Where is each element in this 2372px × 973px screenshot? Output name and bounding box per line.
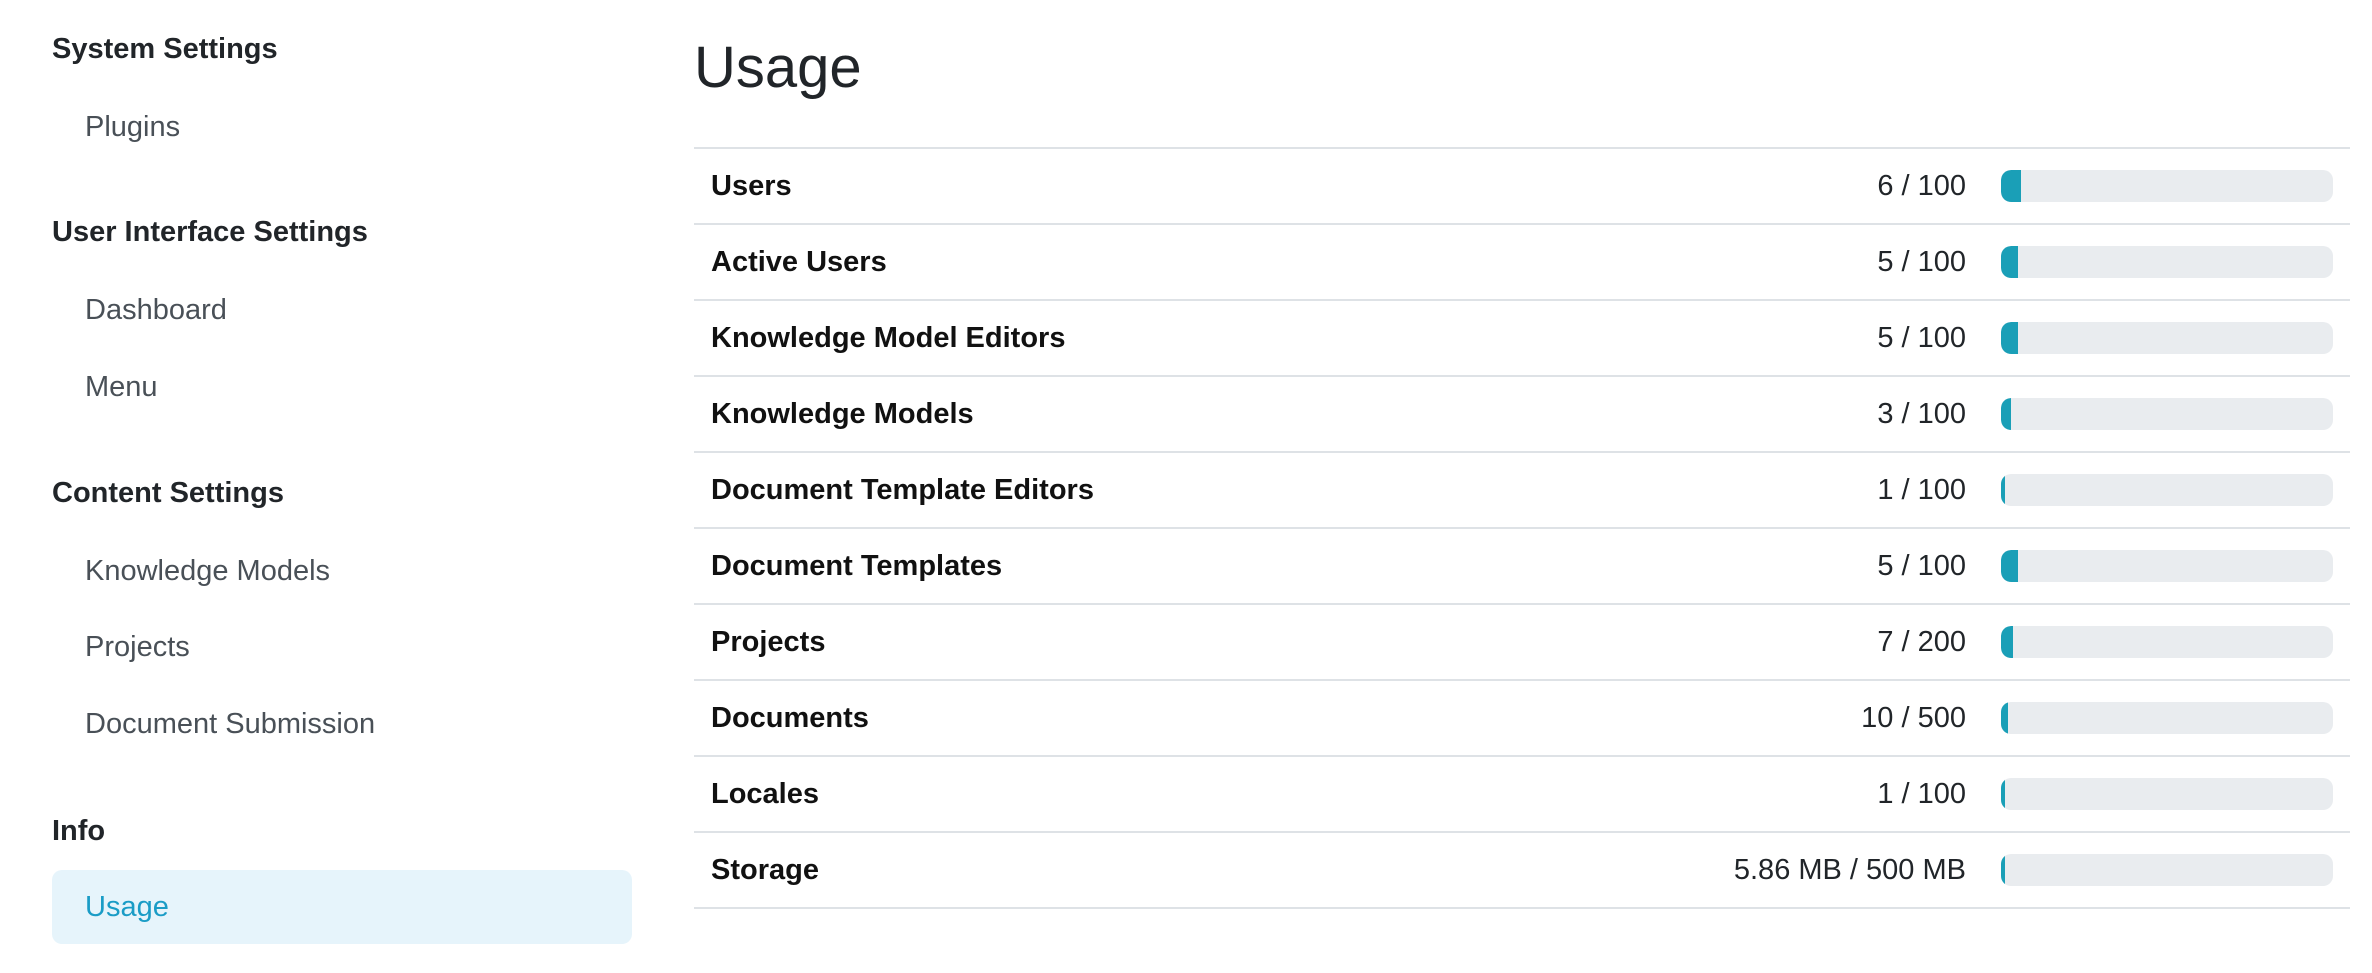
table-row: Documents 10 / 500: [694, 681, 2350, 757]
usage-label: Documents: [711, 702, 869, 734]
table-row: Knowledge Models 3 / 100: [694, 377, 2350, 453]
usage-label: Storage: [711, 854, 819, 886]
usage-progress-bar: [2001, 246, 2333, 278]
usage-progress-fill: [2001, 398, 2011, 430]
usage-progress-fill: [2001, 170, 2021, 202]
usage-progress-fill: [2001, 322, 2018, 354]
usage-value: 1 / 100: [1877, 778, 1966, 810]
usage-label: Projects: [711, 626, 826, 658]
usage-label: Document Templates: [711, 550, 1003, 582]
sidebar-group-title-content-settings: Content Settings: [52, 477, 284, 509]
app-root: System Settings Plugins User Interface S…: [0, 0, 2372, 973]
table-row: Storage 5.86 MB / 500 MB: [694, 833, 2350, 909]
usage-progress-bar: [2001, 854, 2333, 886]
usage-value: 5 / 100: [1877, 246, 1966, 278]
sidebar-group-title-system-settings: System Settings: [52, 33, 278, 65]
table-row: Users 6 / 100: [694, 149, 2350, 225]
usage-value: 7 / 200: [1877, 626, 1966, 658]
usage-progress-fill: [2001, 778, 2005, 810]
sidebar-item-usage[interactable]: Usage: [52, 870, 632, 944]
usage-progress-bar: [2001, 398, 2333, 430]
usage-value: 6 / 100: [1877, 170, 1966, 202]
usage-progress-fill: [2001, 474, 2005, 506]
sidebar-item-menu[interactable]: Menu: [52, 350, 632, 424]
table-row: Document Templates 5 / 100: [694, 529, 2350, 605]
usage-progress-fill: [2001, 246, 2018, 278]
usage-progress-fill: [2001, 854, 2005, 886]
usage-value: 1 / 100: [1877, 474, 1966, 506]
sidebar-item-plugins[interactable]: Plugins: [52, 90, 632, 164]
table-row: Knowledge Model Editors 5 / 100: [694, 301, 2350, 377]
usage-label: Users: [711, 170, 792, 202]
usage-value: 10 / 500: [1861, 702, 1966, 734]
usage-progress-bar: [2001, 626, 2333, 658]
table-row: Active Users 5 / 100: [694, 225, 2350, 301]
usage-progress-bar: [2001, 702, 2333, 734]
usage-progress-fill: [2001, 626, 2013, 658]
usage-progress-fill: [2001, 702, 2008, 734]
usage-label: Knowledge Models: [711, 398, 974, 430]
usage-value: 5 / 100: [1877, 550, 1966, 582]
sidebar-group-title-user-interface-settings: User Interface Settings: [52, 216, 368, 248]
usage-progress-bar: [2001, 778, 2333, 810]
sidebar-group-title-info: Info: [52, 815, 106, 847]
usage-value: 5 / 100: [1877, 322, 1966, 354]
usage-table: Users 6 / 100 Active Users 5 / 100 Knowl…: [694, 147, 2350, 909]
usage-progress-bar: [2001, 170, 2333, 202]
usage-progress-fill: [2001, 550, 2018, 582]
usage-progress-bar: [2001, 322, 2333, 354]
usage-progress-bar: [2001, 474, 2333, 506]
sidebar-item-dashboard[interactable]: Dashboard: [52, 273, 632, 347]
sidebar-item-projects[interactable]: Projects: [52, 610, 632, 684]
usage-label: Knowledge Model Editors: [711, 322, 1066, 354]
table-row: Projects 7 / 200: [694, 605, 2350, 681]
usage-label: Document Template Editors: [711, 474, 1094, 506]
usage-label: Active Users: [711, 246, 887, 278]
usage-label: Locales: [711, 778, 819, 810]
usage-value: 5.86 MB / 500 MB: [1733, 854, 1966, 886]
table-row: Document Template Editors 1 / 100: [694, 453, 2350, 529]
page-title: Usage: [694, 35, 862, 100]
usage-progress-bar: [2001, 550, 2333, 582]
table-row: Locales 1 / 100: [694, 757, 2350, 833]
usage-value: 3 / 100: [1877, 398, 1966, 430]
sidebar-item-document-submission[interactable]: Document Submission: [52, 687, 632, 761]
sidebar-item-knowledge-models[interactable]: Knowledge Models: [52, 534, 632, 608]
